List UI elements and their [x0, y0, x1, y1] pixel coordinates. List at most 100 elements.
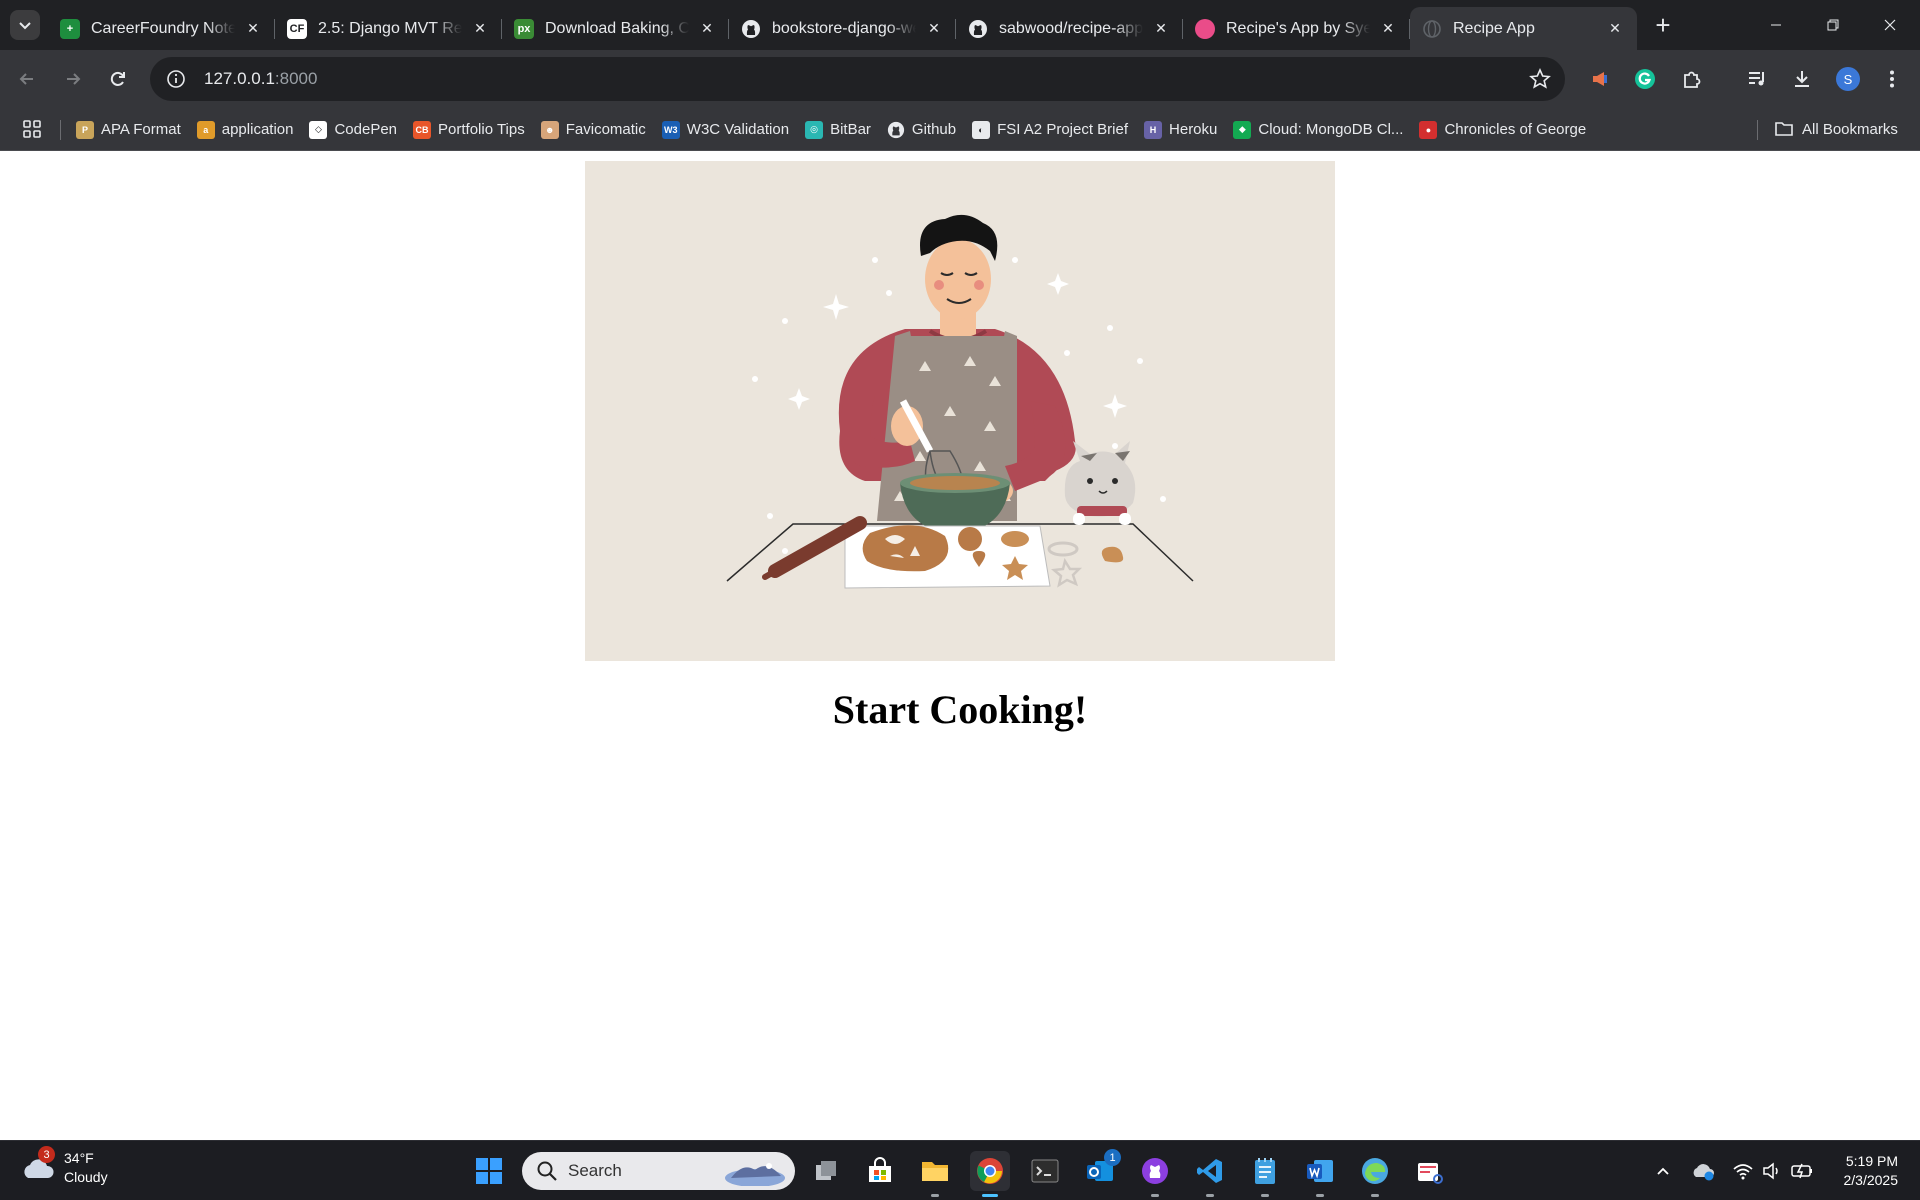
- windows-taskbar: 3 34°F Cloudy Search 1 5:19 PM 2/3/2025: [0, 1140, 1920, 1200]
- chrome-taskbar-button[interactable]: [970, 1151, 1010, 1197]
- bookmark-item[interactable]: ◎ BitBar: [797, 114, 879, 146]
- bookmark-favicon-icon: ◐: [972, 120, 991, 139]
- bookmark-item[interactable]: ◐ FSI A2 Project Brief: [964, 114, 1136, 146]
- tab-close-icon[interactable]: ✕: [1378, 19, 1398, 39]
- bookmark-label: FSI A2 Project Brief: [997, 121, 1129, 138]
- notepad-icon: [1255, 1158, 1275, 1184]
- clock-time: 5:19 PM: [1845, 1153, 1898, 1169]
- chevron-up-icon: [1657, 1167, 1669, 1175]
- bookmark-item[interactable]: ◇ CodePen: [301, 114, 405, 146]
- bookmark-item[interactable]: CB Portfolio Tips: [405, 114, 533, 146]
- bookmark-star-button[interactable]: [1529, 68, 1551, 95]
- minimize-button[interactable]: [1748, 0, 1804, 50]
- running-indicator: [1316, 1194, 1324, 1197]
- microsoft-store-button[interactable]: [860, 1151, 900, 1191]
- bookmark-favicon-icon: ◇: [309, 120, 328, 139]
- bookmark-item[interactable]: ◆ Cloud: MongoDB Cl...: [1225, 114, 1411, 146]
- running-indicator: [1206, 1194, 1214, 1197]
- windows-logo-icon: [476, 1158, 502, 1184]
- system-clock[interactable]: 5:19 PM 2/3/2025: [1844, 1152, 1899, 1190]
- snipping-tool-button[interactable]: [1410, 1151, 1450, 1191]
- tab-close-icon[interactable]: ✕: [243, 19, 263, 39]
- grammarly-extension-button[interactable]: [1630, 64, 1660, 94]
- tab-title: bookstore-django-web: [772, 19, 916, 37]
- new-tab-button[interactable]: +: [1648, 10, 1678, 40]
- clock-date: 2/3/2025: [1843, 1172, 1899, 1188]
- task-view-button[interactable]: [806, 1151, 846, 1191]
- chrome-menu-button[interactable]: [1877, 64, 1907, 94]
- chrome-icon: [977, 1158, 1003, 1184]
- github-icon: [968, 19, 988, 39]
- media-controls-button[interactable]: [1742, 64, 1772, 94]
- tab-close-icon[interactable]: ✕: [1605, 19, 1625, 39]
- downloads-button[interactable]: [1787, 64, 1817, 94]
- word-button[interactable]: [1300, 1151, 1340, 1197]
- search-highlight-icon: [725, 1163, 785, 1186]
- bookmark-label: application: [221, 121, 294, 138]
- browser-tab[interactable]: px Download Baking, Cheerful ✕: [502, 7, 729, 50]
- bookmark-label: Github: [911, 121, 957, 138]
- onedrive-tray-button[interactable]: [1688, 1151, 1718, 1191]
- tab-close-icon[interactable]: ✕: [924, 19, 944, 39]
- browser-tab[interactable]: sabwood/recipe-app ✕: [956, 7, 1183, 50]
- cf-icon: CF: [287, 18, 307, 39]
- bookmark-item[interactable]: Github: [879, 114, 964, 146]
- profile-button[interactable]: S: [1833, 64, 1863, 94]
- taskbar-search[interactable]: Search: [522, 1152, 795, 1190]
- start-button[interactable]: [469, 1151, 509, 1191]
- tab-close-icon[interactable]: ✕: [470, 19, 490, 39]
- bookmark-favicon-icon: a: [196, 120, 215, 139]
- arrow-left-icon: [19, 73, 33, 85]
- extensions-button[interactable]: [1677, 64, 1707, 94]
- file-explorer-button[interactable]: [915, 1151, 955, 1197]
- bookmark-item[interactable]: ☻ Favicomatic: [533, 114, 654, 146]
- running-indicator: [1261, 1194, 1269, 1197]
- bookmark-label: BitBar: [830, 121, 871, 138]
- bookmark-favicon-icon: H: [1144, 120, 1163, 139]
- battery-charging-icon: [1791, 1163, 1812, 1179]
- tab-close-icon[interactable]: ✕: [697, 19, 717, 39]
- browser-tab[interactable]: bookstore-django-web ✕: [729, 7, 956, 50]
- weather-description: Cloudy: [64, 1169, 108, 1185]
- browser-tab[interactable]: Recipe App ✕: [1410, 7, 1637, 50]
- bookmark-item[interactable]: H Heroku: [1136, 114, 1225, 146]
- tab-strip: + CareerFoundry Notes ✕ CF 2.5: Django MVT R…: [0, 0, 1920, 50]
- show-hidden-icons-button[interactable]: [1648, 1151, 1678, 1191]
- restore-button[interactable]: [1805, 0, 1861, 50]
- browser-tab[interactable]: Recipe's App by Syed ✕: [1183, 7, 1410, 50]
- weather-widget[interactable]: 3 34°F Cloudy: [20, 1146, 108, 1187]
- edge-icon: [1362, 1158, 1388, 1184]
- tab-search-button[interactable]: [10, 10, 40, 40]
- bookmark-label: Chronicles of George: [1444, 121, 1587, 138]
- tab-title: CareerFoundry Notes: [91, 19, 235, 37]
- vscode-button[interactable]: [1190, 1151, 1230, 1197]
- download-icon: [1795, 71, 1809, 87]
- forward-button[interactable]: [58, 64, 88, 94]
- close-window-button[interactable]: [1862, 0, 1918, 50]
- bookmark-item[interactable]: a application: [189, 114, 302, 146]
- notepad-button[interactable]: [1245, 1151, 1285, 1197]
- back-button[interactable]: [12, 64, 42, 94]
- address-bar[interactable]: 127.0.0.1:8000: [150, 57, 1565, 101]
- bookmark-item[interactable]: ● Chronicles of George: [1411, 114, 1594, 146]
- quick-settings-button[interactable]: [1727, 1151, 1819, 1191]
- browser-tab[interactable]: + CareerFoundry Notes ✕: [48, 7, 275, 50]
- running-indicator: [1371, 1194, 1379, 1197]
- bookmark-item[interactable]: P APA Format: [68, 114, 189, 146]
- terminal-button[interactable]: [1025, 1151, 1065, 1191]
- github-desktop-button[interactable]: [1135, 1151, 1175, 1197]
- apps-button[interactable]: [22, 119, 42, 144]
- notification-badge: 3: [38, 1146, 55, 1163]
- reload-button[interactable]: [103, 64, 133, 94]
- media-extension-button[interactable]: [1585, 64, 1615, 94]
- outlook-button[interactable]: 1: [1080, 1149, 1121, 1191]
- grammarly-icon: [1635, 69, 1655, 89]
- tab-close-icon[interactable]: ✕: [1151, 19, 1171, 39]
- browser-tab[interactable]: CF 2.5: Django MVT Review ✕: [275, 7, 502, 50]
- site-info-button[interactable]: [154, 57, 198, 101]
- bookmark-item[interactable]: W3 W3C Validation: [654, 114, 797, 146]
- all-bookmarks-button[interactable]: All Bookmarks: [1774, 113, 1898, 145]
- tab-title: Download Baking, Cheerful: [545, 19, 689, 37]
- edge-dev-button[interactable]: [1355, 1151, 1395, 1197]
- bookmark-label: APA Format: [101, 121, 181, 138]
